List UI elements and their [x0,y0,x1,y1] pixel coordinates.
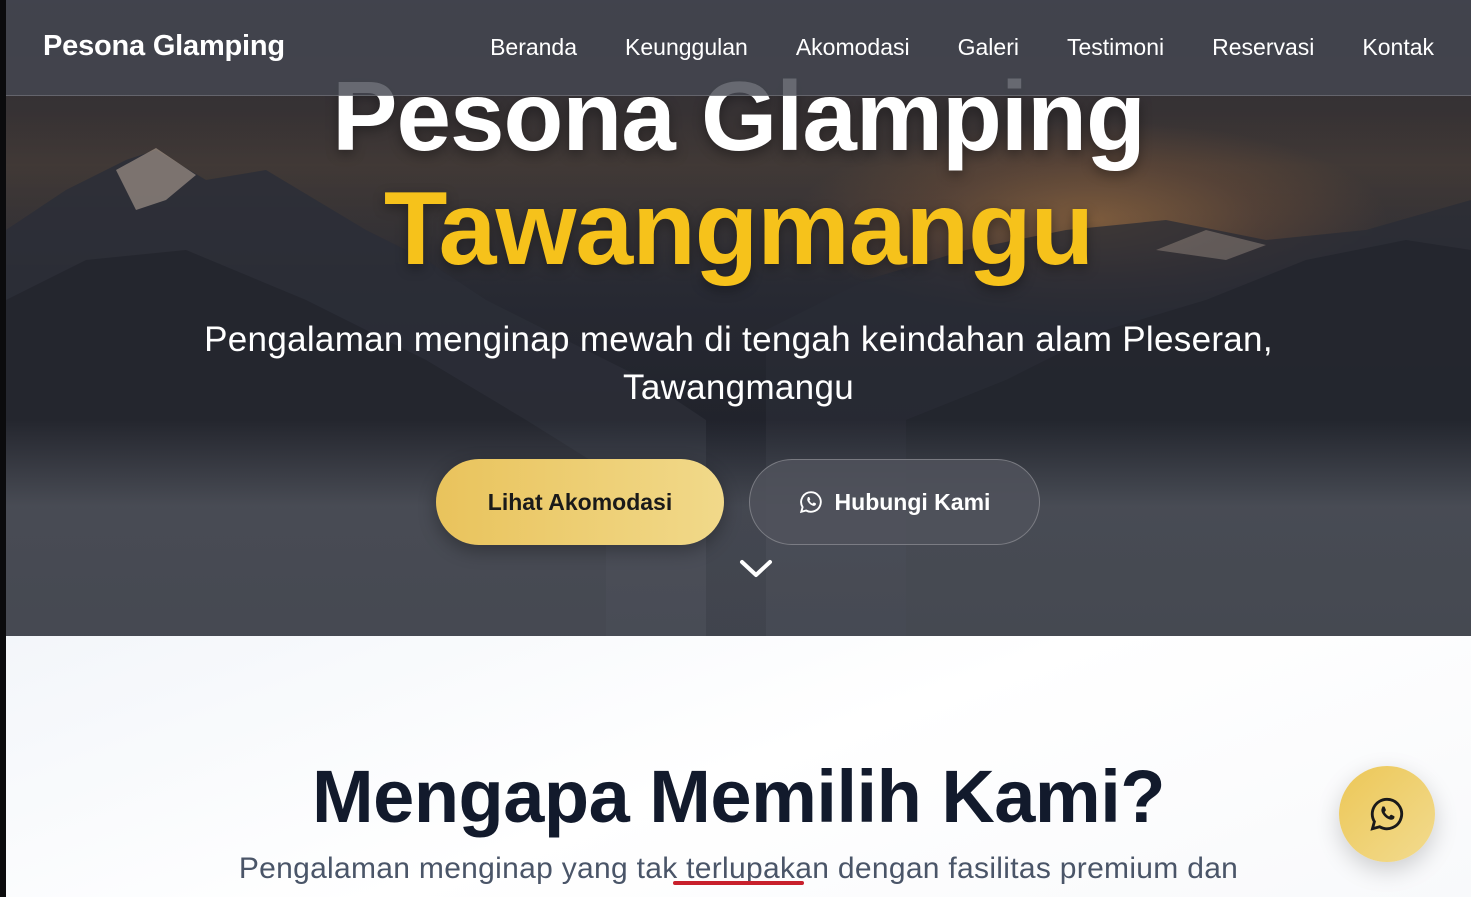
contact-us-label: Hubungi Kami [834,488,991,515]
contact-us-button[interactable]: Hubungi Kami [749,459,1040,545]
brand-logo[interactable]: Pesona Glamping [43,30,285,63]
nav-links: Beranda Keunggulan Akomodasi Galeri Test… [490,34,1434,61]
chevron-down-icon[interactable] [738,556,774,580]
why-choose-us-section: Mengapa Memilih Kami? Pengalaman mengina… [6,636,1471,897]
nav-link-akomodasi[interactable]: Akomodasi [796,34,910,61]
navbar: Pesona Glamping Beranda Keunggulan Akomo… [6,0,1471,96]
nav-link-beranda[interactable]: Beranda [490,34,577,61]
nav-link-reservasi[interactable]: Reservasi [1212,34,1314,61]
spellcheck-underline [673,881,804,885]
hero-title-line2: Tawangmangu [383,171,1094,287]
section-title: Mengapa Memilih Kami? [312,755,1165,838]
nav-link-testimoni[interactable]: Testimoni [1067,34,1164,61]
hero-subtitle: Pengalaman menginap mewah di tengah kein… [204,320,1273,407]
view-accommodation-label: Lihat Akomodasi [487,488,673,515]
whatsapp-icon [799,491,822,514]
nav-link-galeri[interactable]: Galeri [958,34,1019,61]
view-accommodation-button[interactable]: Lihat Akomodasi [436,459,724,545]
whatsapp-float-button[interactable] [1339,766,1435,862]
cloud-layer [6,420,1471,636]
nav-link-keunggulan[interactable]: Keunggulan [625,34,748,61]
whatsapp-icon [1370,797,1404,831]
nav-link-kontak[interactable]: Kontak [1362,34,1434,61]
